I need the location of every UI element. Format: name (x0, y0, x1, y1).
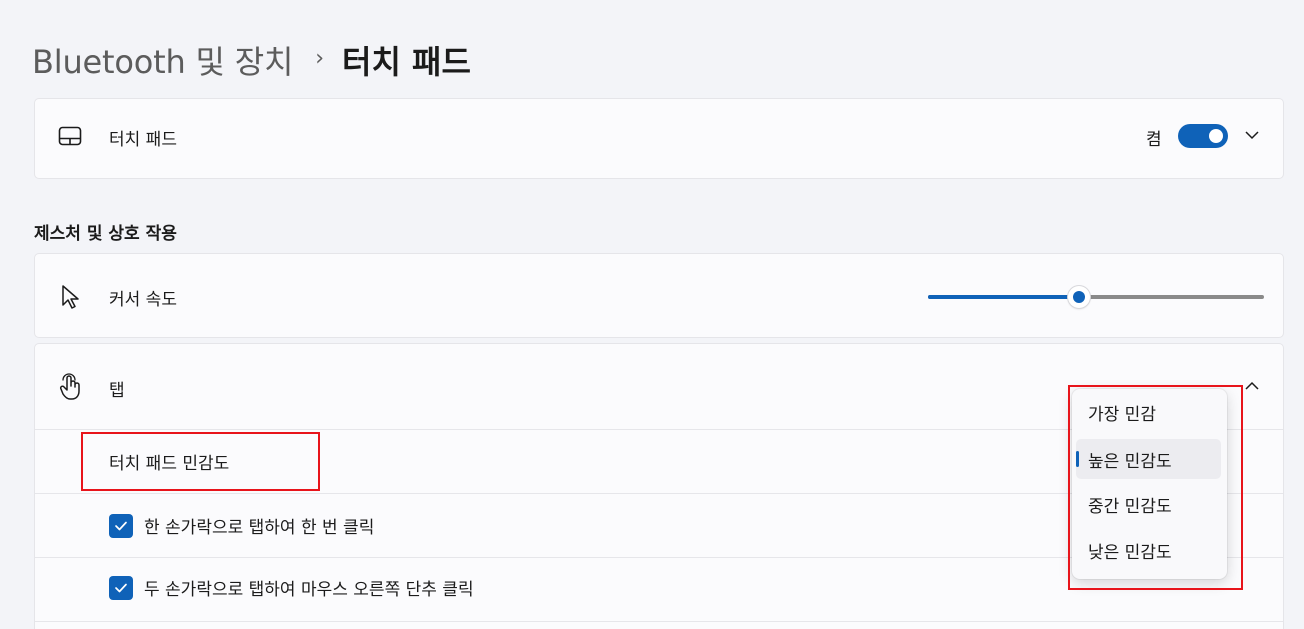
gestures-section-title: 제스처 및 상호 작용 (34, 224, 177, 244)
menu-item-high-sensitivity[interactable]: 높은 민감도 (1076, 439, 1221, 479)
touchpad-sensitivity-label: 터치 패드 민감도 (109, 454, 230, 474)
menu-item-medium-sensitivity[interactable]: 중간 민감도 (1076, 484, 1221, 524)
touchpad-icon (58, 126, 82, 146)
single-tap-label[interactable]: 한 손가락으로 탭하여 한 번 클릭 (144, 513, 374, 538)
tap-hand-icon (59, 373, 80, 400)
checkmark-icon (115, 521, 127, 531)
tap-label: 탭 (109, 381, 125, 401)
breadcrumb: Bluetooth 및 장치 › 터치 패드 (32, 38, 471, 82)
breadcrumb-parent-link[interactable]: Bluetooth 및 장치 (32, 37, 293, 83)
divider (35, 621, 1283, 622)
menu-item-low-sensitivity[interactable]: 낮은 민감도 (1076, 530, 1221, 570)
slider-thumb[interactable] (1068, 286, 1090, 308)
settings-page: Bluetooth 및 장치 › 터치 패드 터치 패드 켬 제스처 및 상호 … (0, 0, 1304, 629)
cursor-icon (62, 285, 79, 309)
touchpad-toggle[interactable] (1178, 124, 1228, 148)
toggle-state-label: 켬 (1146, 130, 1162, 150)
two-finger-tap-checkbox[interactable] (109, 576, 133, 600)
breadcrumb-separator: › (315, 45, 325, 71)
cursor-speed-label: 커서 속도 (109, 290, 177, 310)
sensitivity-dropdown-menu: 가장 민감 높은 민감도 중간 민감도 낮은 민감도 (1072, 389, 1227, 579)
chevron-down-icon[interactable] (1244, 129, 1260, 141)
chevron-up-icon[interactable] (1244, 380, 1260, 392)
menu-item-most-sensitive[interactable]: 가장 민감 (1076, 392, 1221, 432)
two-finger-tap-label[interactable]: 두 손가락으로 탭하여 마우스 오른쪽 단추 클릭 (144, 575, 474, 600)
touchpad-card[interactable]: 터치 패드 켬 (34, 98, 1284, 179)
single-tap-checkbox[interactable] (109, 514, 133, 538)
page-title: 터치 패드 (342, 43, 471, 81)
checkmark-icon (115, 583, 127, 593)
cursor-speed-slider[interactable] (928, 286, 1264, 308)
slider-fill (928, 295, 1079, 299)
touchpad-label: 터치 패드 (109, 130, 177, 150)
